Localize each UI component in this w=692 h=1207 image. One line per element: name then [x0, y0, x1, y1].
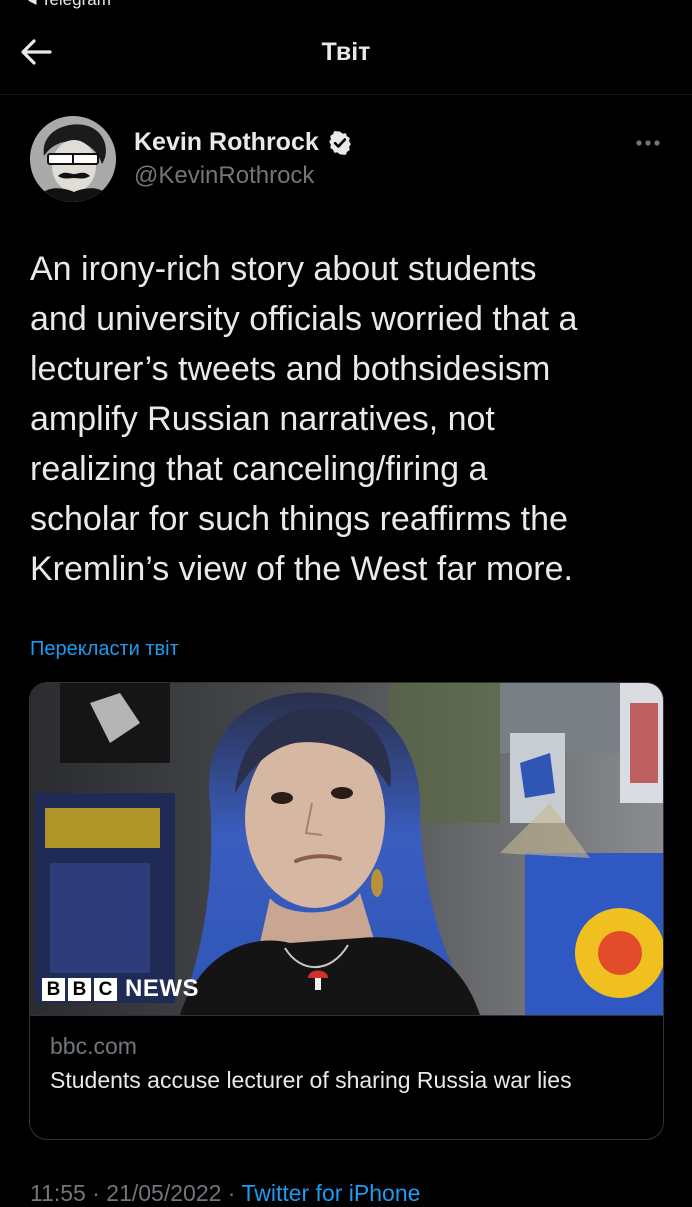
meta-separator: · [221, 1180, 242, 1206]
card-domain: bbc.com [50, 1033, 137, 1059]
source-logo-letter: C [94, 977, 117, 1001]
more-options-button[interactable] [628, 128, 668, 158]
link-preview-card[interactable]: B B C NEWS bbc.com Students accuse lectu… [29, 682, 664, 1140]
avatar[interactable] [30, 116, 116, 202]
more-horizontal-icon [636, 140, 660, 146]
author-name-row[interactable]: Kevin Rothrock [134, 128, 353, 157]
card-title: Students accuse lecturer of sharing Russ… [50, 1067, 572, 1093]
header-divider [0, 94, 692, 95]
source-logo-letter: B [68, 977, 91, 1001]
verified-badge-icon [328, 130, 351, 155]
tweet-timestamp[interactable]: 11:55 · 21/05/2022 [30, 1180, 221, 1206]
tweet-meta: 11:55 · 21/05/2022 · Twitter for iPhone [30, 1180, 420, 1207]
status-bar: ◂ Telegram [0, 0, 692, 10]
card-photo [30, 683, 663, 1015]
tweet-client[interactable]: Twitter for iPhone [241, 1180, 420, 1206]
tweet-text: An irony-rich story about students and u… [30, 250, 578, 588]
card-divider [30, 1015, 663, 1016]
author-handle[interactable]: @KevinRothrock [134, 162, 314, 190]
source-logo-letter: B [42, 977, 65, 1001]
source-logo: B B C NEWS [42, 975, 199, 1003]
page-title: Твіт [321, 38, 371, 66]
source-logo-word: NEWS [125, 975, 199, 1002]
back-to-app-link[interactable]: ◂ Telegram [28, 0, 111, 10]
avatar-image [30, 116, 116, 202]
author-name[interactable]: Kevin Rothrock [134, 128, 319, 157]
card-image: B B C NEWS [30, 683, 663, 1015]
top-bar: Твіт [0, 10, 692, 94]
translate-tweet-link[interactable]: Перекласти твіт [30, 638, 179, 661]
